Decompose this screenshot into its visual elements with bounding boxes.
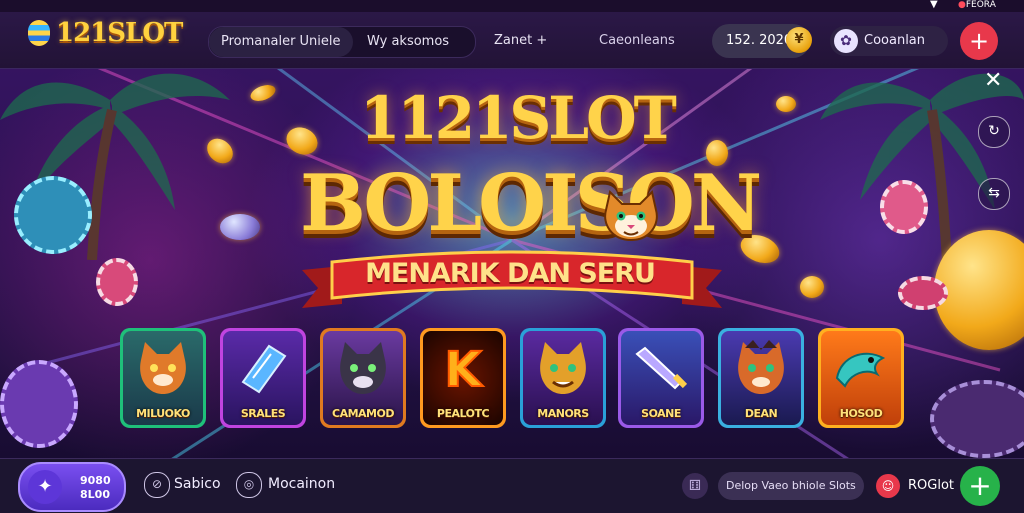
- coin-icon[interactable]: ¥: [786, 27, 812, 53]
- crystal-icon: [241, 344, 287, 394]
- nav-link-casino[interactable]: Caeonleans: [599, 33, 675, 48]
- share-icon[interactable]: ⇆: [978, 178, 1010, 210]
- add-bottom-button[interactable]: +: [960, 466, 1000, 506]
- recording-label: FEORA: [965, 0, 996, 10]
- balance-amount: 152. 2020: [726, 33, 793, 48]
- game-title: SOANE: [641, 407, 681, 420]
- game-tile[interactable]: MANORS: [520, 328, 606, 428]
- fox-character-icon: [738, 340, 784, 394]
- close-icon[interactable]: ✕: [984, 68, 1002, 93]
- game-title: PEALOTC: [436, 407, 490, 420]
- promo-button[interactable]: Delop Vaeo bhiole Slots: [718, 472, 864, 500]
- nav-pill-group: Promanaler Uniele Wy aksomos: [208, 26, 476, 58]
- game-title: CAMAMOD: [332, 407, 394, 420]
- panther-character-icon: [340, 342, 386, 394]
- chip-decoration: [898, 276, 948, 310]
- recording-indicator: ●FEORA: [958, 0, 996, 10]
- logo-text: 121SLOT: [56, 18, 183, 48]
- record-dot-icon: ●: [958, 0, 966, 10]
- user-label: Cooanlan: [864, 33, 926, 48]
- badge-value-line2: 8L00: [80, 488, 110, 501]
- profile-icon[interactable]: ☺: [876, 474, 900, 498]
- nav-link-zanet[interactable]: Zanet +: [494, 33, 547, 48]
- profile-label[interactable]: ROGlot: [908, 478, 954, 493]
- cat-character-icon: [140, 342, 186, 394]
- dice-icon[interactable]: ⚅: [682, 473, 708, 499]
- game-title: MANORS: [537, 407, 589, 420]
- nav-tab-label: Promanaler Uniele: [221, 34, 341, 49]
- nav-tab-promotions[interactable]: Promanaler Uniele: [209, 27, 353, 57]
- logo-icon: [28, 20, 50, 46]
- lion-cat-character-icon: [540, 342, 586, 394]
- game-tile[interactable]: CAMAMOD: [320, 328, 406, 428]
- svg-text:K: K: [444, 342, 483, 398]
- game-title: HOSOD: [839, 407, 883, 420]
- settings-icon[interactable]: ◎: [236, 472, 262, 498]
- game-title: MILUOKO: [136, 407, 190, 420]
- coin-decoration: [220, 214, 260, 240]
- chip-decoration: [880, 180, 928, 234]
- signal-indicator-icon: ▼: [930, 0, 938, 10]
- site-logo[interactable]: 121SLOT: [28, 18, 183, 48]
- nav-tab-secondary[interactable]: Wy aksomos: [367, 34, 449, 49]
- game-title: SRALES: [240, 407, 286, 420]
- game-tile[interactable]: MILUOKO: [120, 328, 206, 428]
- game-tile[interactable]: SRALES: [220, 328, 306, 428]
- promo-label: Delop Vaeo bhiole Slots: [726, 479, 856, 492]
- bottom-item-sabico[interactable]: Sabico: [174, 476, 221, 492]
- letter-k-icon: K: [443, 341, 484, 398]
- game-tile[interactable]: SOANE: [618, 328, 704, 428]
- bonus-badge-button[interactable]: ✦ 9080 8L00: [18, 462, 126, 512]
- avatar: ✿: [834, 29, 858, 53]
- cat-mascot-icon: [604, 190, 658, 242]
- coin-decoration: [776, 96, 796, 112]
- sword-icon: [635, 346, 688, 390]
- bird-icon: ✦: [28, 470, 62, 504]
- user-account-button[interactable]: ✿ Cooanlan: [830, 26, 948, 56]
- system-strip: [0, 0, 1024, 12]
- game-tile[interactable]: DEAN: [718, 328, 804, 428]
- game-tile[interactable]: HOSOD: [818, 328, 904, 428]
- dragon-creature-icon: [835, 352, 886, 388]
- hero-ribbon-text: MENARIK DAN SERU: [365, 258, 656, 289]
- bottom-item-mocainon[interactable]: Mocainon: [268, 476, 335, 492]
- add-button[interactable]: +: [960, 22, 998, 60]
- hero-title-line1: 1121SLOT: [360, 84, 677, 152]
- badge-value-line1: 9080: [80, 474, 111, 487]
- coin-decoration: [800, 276, 824, 298]
- game-tile[interactable]: K PEALOTC: [420, 328, 506, 428]
- chip-decoration: [0, 360, 78, 448]
- game-title: DEAN: [744, 407, 778, 420]
- chip-decoration: [96, 258, 138, 306]
- refresh-icon[interactable]: ↻: [978, 116, 1010, 148]
- link-icon[interactable]: ⊘: [144, 472, 170, 498]
